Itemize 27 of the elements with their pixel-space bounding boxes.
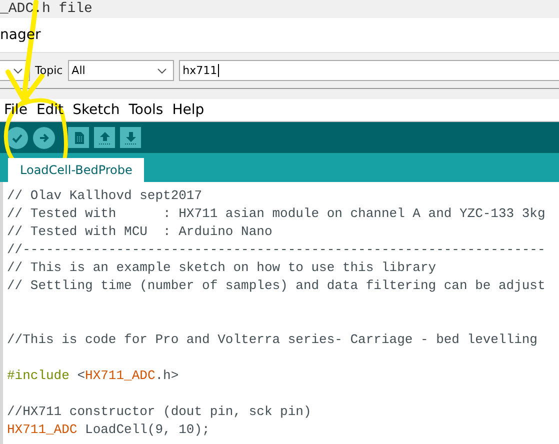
code-type: HX711_ADC <box>85 368 156 383</box>
chevron-icon <box>13 68 23 74</box>
save-button[interactable] <box>120 127 141 148</box>
chevron-icon <box>156 68 167 74</box>
code-comment: //HX711 constructor (dout pin, sck pin) <box>7 404 312 419</box>
menu-item[interactable]: Sketch <box>72 102 120 118</box>
upload-button[interactable] <box>33 126 55 148</box>
dropdown[interactable]: All <box>68 60 174 81</box>
menu-item[interactable]: Tools <box>128 102 164 118</box>
code-comment: //------------------------------------------------------------------- <box>7 242 546 257</box>
code-text: .h> <box>155 368 179 383</box>
new-button[interactable] <box>68 127 89 148</box>
code-comment: // Tested with MCU : Arduino Nano <box>7 224 272 239</box>
search-field[interactable]: hx711 <box>178 60 559 81</box>
code-comment: // Settling time (number of samples) and data filtering can be adjust <box>7 278 546 293</box>
code-text: < <box>76 368 86 383</box>
code-comment: // Olav Kallhovd sept2017 <box>7 188 202 203</box>
code-comment: // This is an example sketch on how to use this library <box>7 260 436 275</box>
open-button[interactable] <box>94 127 115 148</box>
code-comment: //This is code for Pro and Volterra series- Carriage - bed levelling <box>7 332 538 347</box>
code-comment: // Tested with : HX711 asian module on channel A and YZC-133 3kg <box>7 206 546 221</box>
code-keyword: #include <box>7 368 70 383</box>
menu-item[interactable]: Help <box>172 102 204 118</box>
tab[interactable]: LoadCell-BedProbe <box>8 158 144 182</box>
code-type: HX711_ADC <box>7 422 78 437</box>
filter-label: Topic <box>35 64 63 77</box>
code-text: LoadCell(9, 10); <box>84 422 210 437</box>
